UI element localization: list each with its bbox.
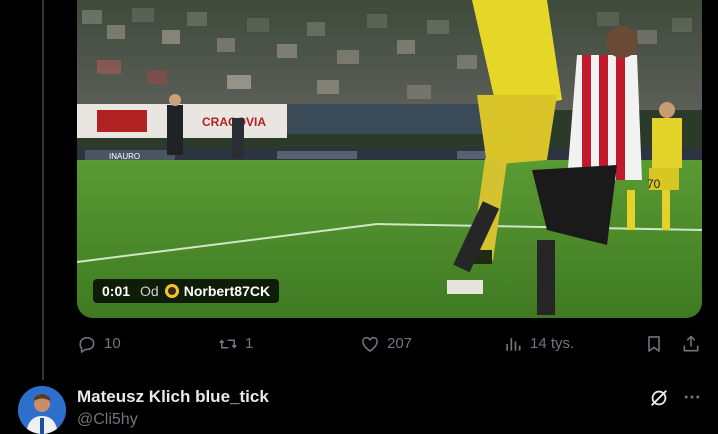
video-player[interactable]: CRACOVIA INAURO 70 [77,0,702,318]
avatar[interactable] [18,386,66,434]
bookmark-icon [648,336,660,352]
grok-icon[interactable] [648,387,670,409]
like-count: 207 [387,335,413,352]
uploader-handle[interactable]: Norbert87CK [184,283,270,299]
from-label: Od [140,283,159,299]
soccer-face-emoji-icon [164,284,179,298]
share-icon [683,335,699,352]
retweet-icon [219,339,237,349]
video-time: 0:01 [102,283,131,299]
reply-count: 10 [104,335,121,352]
board-small-text: INAURO [109,152,140,161]
video-frame: CRACOVIA INAURO 70 [77,0,702,318]
display-name[interactable]: Mateusz Klich blue_tick [77,387,269,407]
reply-button[interactable]: 10 [77,334,121,354]
yellow-player-number: 70 [647,177,661,191]
video-timestamp-badge: 0:01 Od Norbert87CK [93,279,280,303]
avatar-image [18,386,66,434]
bookmark-button[interactable] [644,334,664,354]
user-handle[interactable]: @Cli5hy [77,411,138,429]
share-button[interactable] [681,334,701,354]
thread-line [42,0,44,380]
tweet-actions: 10 1 207 14 tys. [0,334,718,358]
views-button[interactable]: 14 tys. [503,334,574,354]
retweet-count: 1 [245,335,254,352]
next-tweet[interactable]: Mateusz Klich blue_tick @Cli5hy [0,383,718,434]
views-chart-icon [506,338,521,351]
views-count: 14 tys. [530,335,575,352]
more-options-icon[interactable] [682,387,702,407]
like-button[interactable]: 207 [360,334,412,354]
heart-icon [362,336,378,352]
reply-icon [79,336,95,353]
retweet-button[interactable]: 1 [218,334,253,354]
